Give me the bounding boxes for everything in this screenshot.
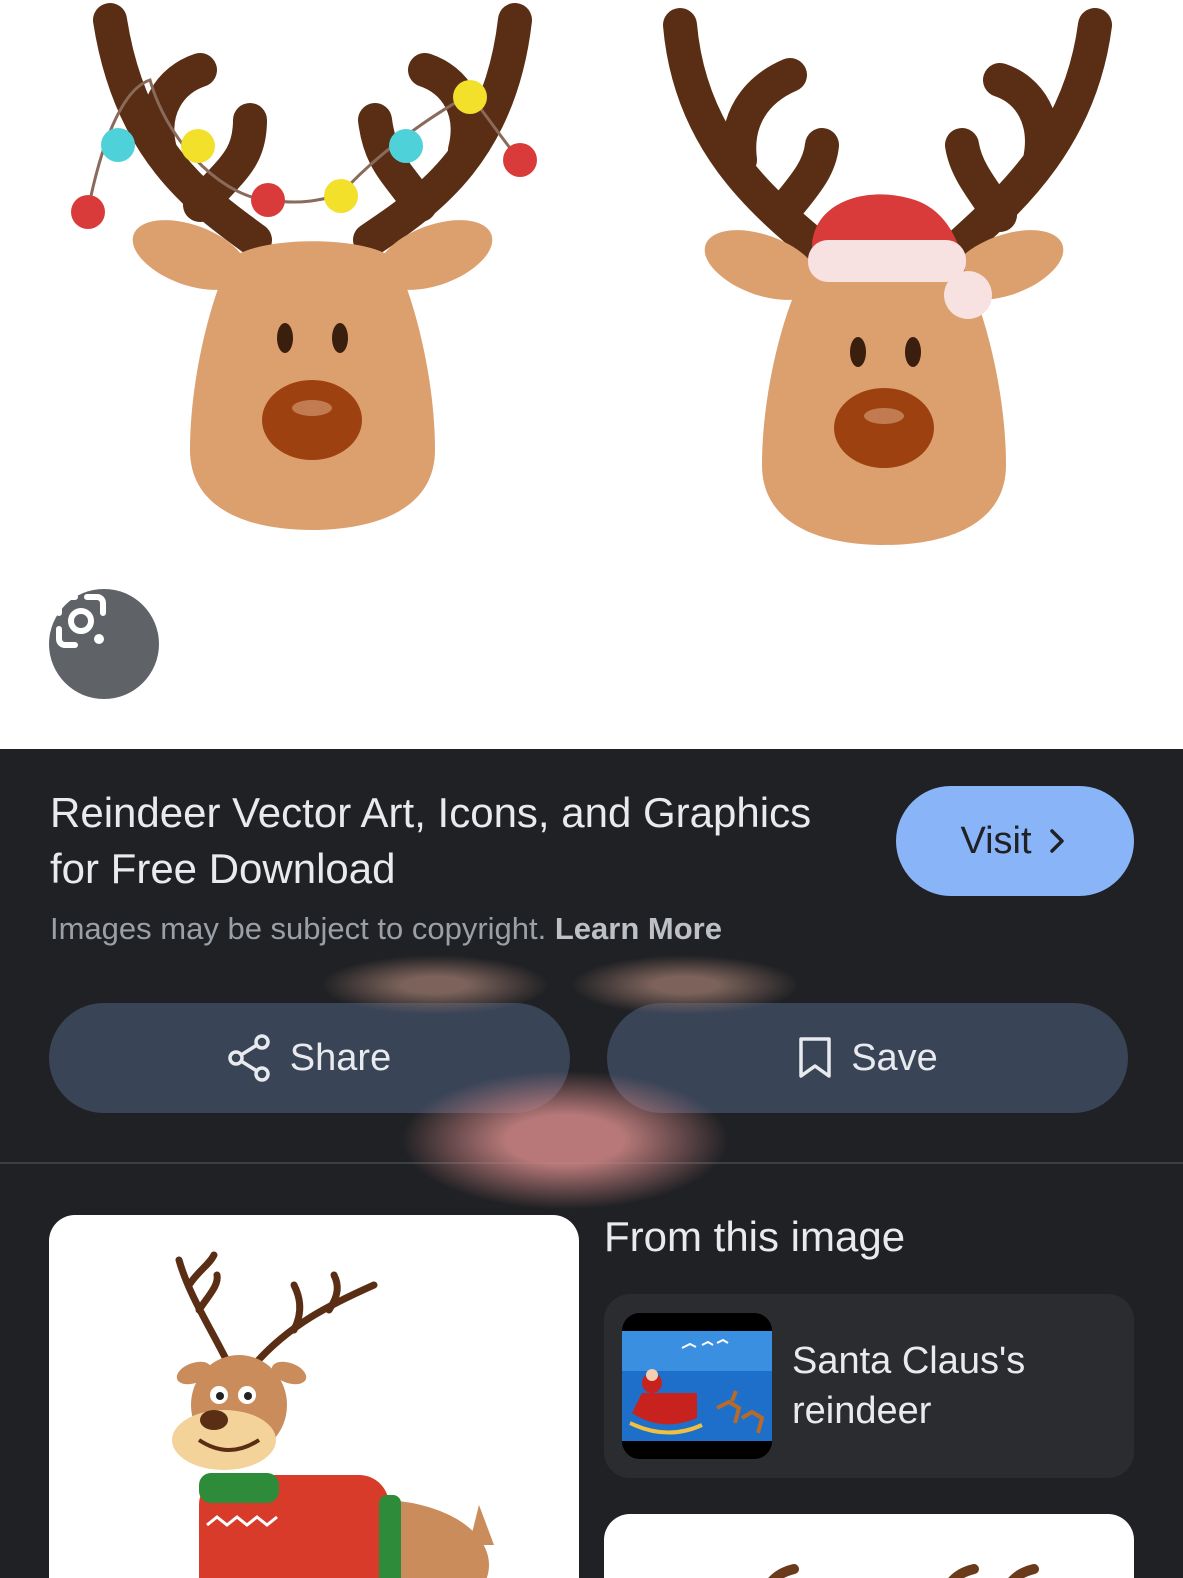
share-icon xyxy=(228,1034,270,1082)
divider xyxy=(0,1162,1183,1164)
related-item-thumbnail xyxy=(622,1313,772,1459)
copyright-notice: Images may be subject to copyright. Lear… xyxy=(50,911,722,947)
related-item-next[interactable] xyxy=(604,1514,1134,1578)
bookmark-icon xyxy=(799,1037,831,1078)
result-title: Reindeer Vector Art, Icons, and Graphics… xyxy=(50,789,812,892)
image-thumbnail[interactable] xyxy=(49,1215,579,1578)
share-label: Share xyxy=(289,1036,392,1079)
related-item-label: Santa Claus's reindeer xyxy=(792,1340,1026,1432)
share-button[interactable]: Share xyxy=(49,1003,570,1113)
chevron-right-icon xyxy=(1049,829,1064,853)
save-button[interactable]: Save xyxy=(607,1003,1128,1113)
google-lens-button[interactable] xyxy=(49,589,159,699)
from-this-image-heading: From this image xyxy=(604,1213,906,1260)
result-panel: Reindeer Vector Art, Icons, and Graphics… xyxy=(0,749,1183,1578)
santa-sleigh-image xyxy=(622,1313,772,1459)
learn-more-link[interactable]: Learn More xyxy=(555,911,722,946)
related-item[interactable]: Santa Claus's reindeer xyxy=(604,1294,1134,1478)
reindeer-sweater-illustration xyxy=(172,1251,494,1578)
main-image[interactable] xyxy=(0,0,1183,749)
google-lens-icon xyxy=(56,594,106,648)
visit-button[interactable]: Visit xyxy=(896,786,1134,896)
reindeer-antlers-preview xyxy=(768,1564,1039,1578)
reindeer-illustration xyxy=(71,3,1112,545)
visit-label: Visit xyxy=(960,819,1032,862)
save-label: Save xyxy=(851,1036,938,1079)
copyright-text: Images may be subject to copyright. xyxy=(50,911,547,946)
